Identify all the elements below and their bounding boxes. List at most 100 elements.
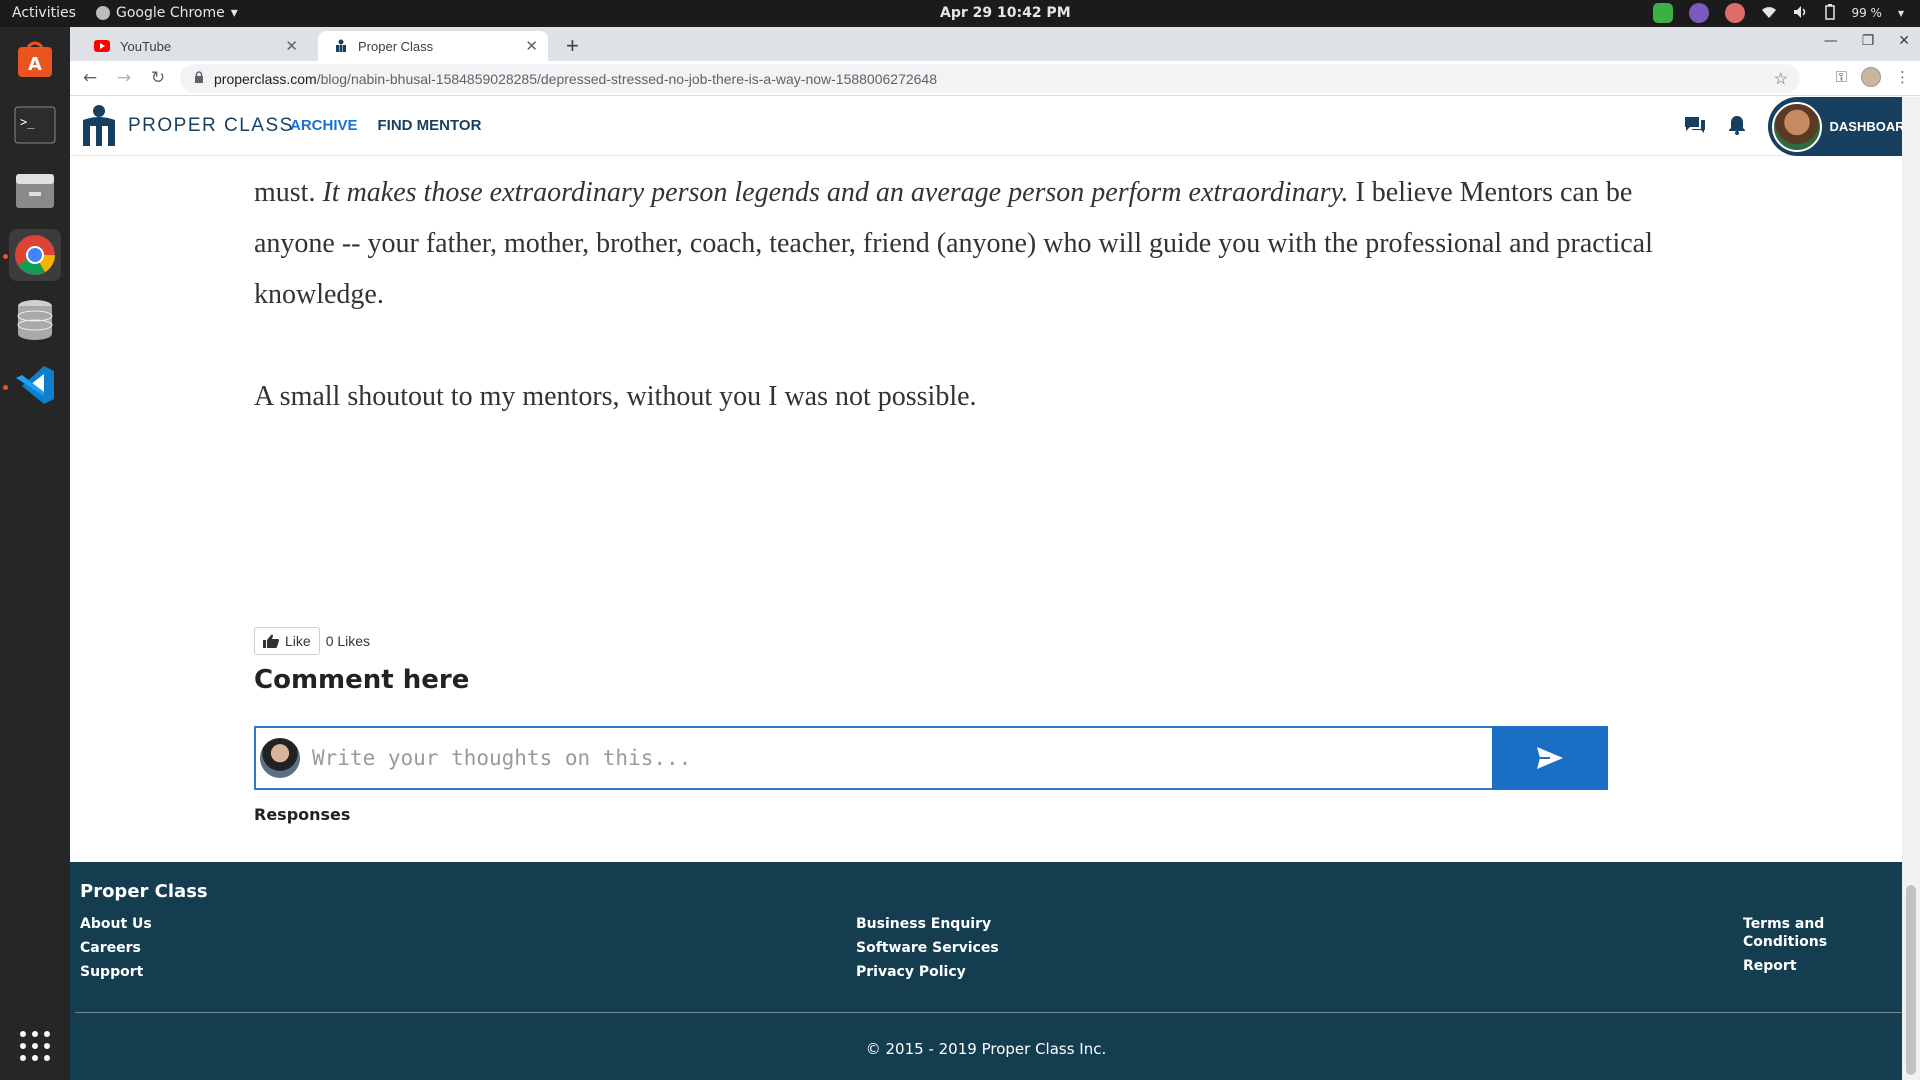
properclass-icon xyxy=(336,39,346,52)
like-row: Like 0 Likes xyxy=(254,627,370,655)
footer-column-2: Business Enquiry Software Services Priva… xyxy=(856,915,999,981)
nav-archive[interactable]: ARCHIVE xyxy=(290,117,358,134)
chrome-small-icon xyxy=(96,6,110,20)
footer-link-support[interactable]: Support xyxy=(80,963,152,981)
nav-find-mentor[interactable]: FIND MENTOR xyxy=(378,117,482,134)
system-tray[interactable]: 99 % ▾ xyxy=(1653,3,1904,23)
scrollbar-thumb[interactable] xyxy=(1906,885,1916,1075)
footer-column-3: Terms and Conditions Report xyxy=(1743,915,1902,975)
close-tab-icon[interactable]: ✕ xyxy=(285,37,298,55)
dashboard-button[interactable]: DASHBOARD xyxy=(1767,97,1920,156)
site-footer: Proper Class About Us Careers Support Bu… xyxy=(70,862,1902,1080)
like-label: Like xyxy=(285,633,311,649)
power-menu-caret-icon[interactable]: ▾ xyxy=(1898,6,1904,20)
tab-proper-class[interactable]: Proper Class ✕ xyxy=(318,31,548,61)
copyright: © 2015 - 2019 Proper Class Inc. xyxy=(865,1040,1107,1058)
site-nav: ARCHIVE FIND MENTOR xyxy=(290,117,481,134)
reload-icon[interactable]: ↻ xyxy=(144,68,172,88)
footer-link-business-enquiry[interactable]: Business Enquiry xyxy=(856,915,999,933)
close-window-icon[interactable]: ✕ xyxy=(1898,33,1910,49)
footer-brand: Proper Class xyxy=(80,881,208,902)
battery-icon[interactable] xyxy=(1825,3,1836,23)
comment-form xyxy=(254,726,1608,790)
likes-count: 0 Likes xyxy=(325,633,371,649)
web-page: PROPER CLASS ARCHIVE FIND MENTOR DASHBOA… xyxy=(70,97,1920,1080)
running-indicator xyxy=(3,254,8,259)
address-bar[interactable]: properclass.com/blog/nabin-bhusal-158485… xyxy=(180,64,1800,93)
dock: A >_ xyxy=(0,27,70,1080)
footer-column-1: About Us Careers Support xyxy=(80,915,152,981)
forward-icon[interactable]: → xyxy=(110,68,138,88)
url-path: /blog/nabin-bhusal-1584859028285/depress… xyxy=(316,70,938,87)
footer-link-terms[interactable]: Terms and Conditions xyxy=(1743,915,1902,951)
show-applications-icon[interactable] xyxy=(19,1030,51,1062)
page-scrollbar[interactable] xyxy=(1902,97,1920,1080)
running-indicator xyxy=(3,385,8,390)
site-header-right: DASHBOARD xyxy=(1684,97,1920,156)
tab-youtube[interactable]: YouTube ✕ xyxy=(78,31,308,61)
check-tray-icon[interactable] xyxy=(1653,3,1674,23)
clock[interactable]: Apr 29 10:42 PM xyxy=(940,5,1071,21)
thumbs-up-icon xyxy=(263,634,279,648)
site-header: PROPER CLASS ARCHIVE FIND MENTOR DASHBOA… xyxy=(70,97,1920,156)
text-span: must. xyxy=(254,177,323,208)
messages-icon[interactable] xyxy=(1684,115,1706,139)
footer-divider xyxy=(75,1012,1902,1013)
close-tab-icon[interactable]: ✕ xyxy=(525,37,538,55)
article-paragraph: A small shoutout to my mentors, without … xyxy=(254,381,977,412)
like-button[interactable]: Like xyxy=(254,627,320,655)
footer-link-about[interactable]: About Us xyxy=(80,915,152,933)
chrome-icon[interactable] xyxy=(9,229,61,281)
user-avatar xyxy=(1771,101,1822,152)
chrome-window: YouTube ✕ Proper Class ✕ + — ❐ ✕ ← → ↻ p… xyxy=(70,27,1920,1080)
bookmark-star-icon[interactable]: ☆ xyxy=(1774,69,1788,89)
volume-icon[interactable] xyxy=(1793,5,1809,22)
comment-input[interactable] xyxy=(300,728,1492,788)
send-comment-button[interactable] xyxy=(1492,726,1608,790)
activities-button[interactable]: Activities xyxy=(12,5,76,21)
lock-icon[interactable] xyxy=(194,70,204,87)
article-paragraph: must. It makes those extraordinary perso… xyxy=(254,167,1694,320)
toolbar-right: ⚿ ⋮ xyxy=(1836,67,1910,87)
footer-link-careers[interactable]: Careers xyxy=(80,939,152,957)
database-icon[interactable] xyxy=(9,294,61,346)
chat-tray-icon[interactable] xyxy=(1725,3,1746,23)
profile-avatar-icon[interactable] xyxy=(1861,67,1881,87)
back-icon[interactable]: ← xyxy=(76,68,104,88)
commenter-avatar xyxy=(260,738,300,778)
software-center-icon[interactable]: A xyxy=(9,34,61,86)
terminal-icon[interactable]: >_ xyxy=(9,99,61,151)
viber-tray-icon[interactable] xyxy=(1689,3,1710,23)
proper-class-logo-icon xyxy=(83,105,115,146)
tab-strip: YouTube ✕ Proper Class ✕ + — ❐ ✕ xyxy=(70,27,1920,61)
notifications-bell-icon[interactable] xyxy=(1728,115,1746,139)
logo-text: PROPER CLASS xyxy=(128,115,294,136)
send-icon xyxy=(1537,747,1563,769)
chrome-menu-icon[interactable]: ⋮ xyxy=(1895,68,1910,86)
caret-down-icon: ▾ xyxy=(230,5,238,21)
responses-heading: Responses xyxy=(254,805,351,824)
tab-title: YouTube xyxy=(120,38,172,54)
system-top-bar: Activities Google Chrome ▾ Apr 29 10:42 … xyxy=(0,0,1920,27)
browser-toolbar: ← → ↻ properclass.com/blog/nabin-bhusal-… xyxy=(70,61,1920,96)
tab-title: Proper Class xyxy=(358,38,434,54)
svg-text:>_: >_ xyxy=(20,115,35,129)
wifi-icon[interactable] xyxy=(1761,5,1777,22)
footer-link-software-services[interactable]: Software Services xyxy=(856,939,999,957)
vscode-icon[interactable] xyxy=(9,359,61,411)
window-controls: — ❐ ✕ xyxy=(1824,33,1910,49)
app-name: Google Chrome xyxy=(116,5,225,21)
article-body: must. It makes those extraordinary perso… xyxy=(254,167,1694,473)
key-icon[interactable]: ⚿ xyxy=(1836,68,1847,86)
footer-link-privacy[interactable]: Privacy Policy xyxy=(856,963,999,981)
restore-icon[interactable]: ❐ xyxy=(1862,33,1875,49)
italic-quote: It makes those extraordinary person lege… xyxy=(322,177,1349,208)
site-logo[interactable]: PROPER CLASS xyxy=(80,104,294,148)
files-icon[interactable] xyxy=(9,164,61,216)
footer-link-report[interactable]: Report xyxy=(1743,957,1902,975)
app-menu[interactable]: Google Chrome ▾ xyxy=(96,5,238,21)
new-tab-button[interactable]: + xyxy=(566,33,579,59)
youtube-icon xyxy=(94,40,110,52)
svg-text:A: A xyxy=(28,54,42,75)
minimize-icon[interactable]: — xyxy=(1824,33,1838,49)
